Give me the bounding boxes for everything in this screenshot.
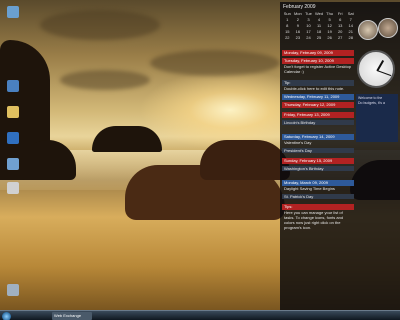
recycle-bin-icon[interactable] <box>2 284 24 306</box>
calendar-day[interactable]: 22 <box>282 35 293 41</box>
start-button[interactable] <box>2 312 11 320</box>
calendar-title: February 2009 <box>283 4 316 10</box>
agenda-note: Don't forget to register Active Desktop … <box>284 64 352 74</box>
agenda-note: Daylight Saving Time Begins <box>284 186 335 191</box>
agenda-item[interactable]: Monday, February 09, 2009 <box>282 50 354 58</box>
agenda-note: Here you can manage your list of tasks. … <box>284 210 344 230</box>
agenda-date: Thursday, February 12, 2009 <box>282 102 354 108</box>
agenda-item[interactable]: Tips: Here you can manage your list of ta… <box>282 204 354 244</box>
agenda-item[interactable]: Saturday, February 14, 2009 Valentine's D… <box>282 134 354 148</box>
taskbar-item[interactable]: Web Exchange <box>52 312 92 320</box>
agenda-list: Monday, February 09, 2009 Tuesday, Februa… <box>282 50 354 308</box>
feed-gadget[interactable]: Welcome to the Do budgets, it's a <box>356 94 398 142</box>
agenda-item[interactable]: Sunday, February 15, 2009 <box>282 158 354 166</box>
calendar-day[interactable]: 26 <box>324 35 335 41</box>
agenda-item[interactable]: Lincoln's Birthday <box>282 120 354 134</box>
agenda-note: Valentine's Day <box>284 140 312 145</box>
cloud <box>150 50 280 76</box>
agenda-date: Sunday, February 15, 2009 <box>282 158 354 164</box>
agenda-item[interactable]: Monday, March 09, 2009 Daylight Saving Ti… <box>282 180 354 194</box>
calendar-day[interactable]: 23 <box>293 35 304 41</box>
taskbar: Web Exchange <box>0 310 400 320</box>
photo-gadget[interactable] <box>378 18 398 38</box>
calendar-week: 22 23 24 25 26 27 28 <box>282 35 356 41</box>
agenda-note: St. Patrick's Day <box>282 194 354 199</box>
calendar-day[interactable]: 24 <box>303 35 314 41</box>
clock-gadget[interactable] <box>357 50 395 88</box>
calendar-day[interactable]: 28 <box>345 35 356 41</box>
app-icon[interactable] <box>2 158 24 180</box>
desktop-calendar-panel: February 2009 Sun Mon Tue Wed Thu Fri Sa… <box>280 2 400 310</box>
agenda-item[interactable]: President's Day <box>282 148 354 158</box>
feed-headline[interactable]: Do budgets, it's a <box>358 101 396 106</box>
agenda-item[interactable]: Washington's Birthday <box>282 166 354 180</box>
agenda-note: President's Day <box>282 148 354 153</box>
cloud <box>40 10 160 40</box>
file-icon[interactable] <box>2 182 24 204</box>
agenda-date: Wednesday, February 11, 2009 <box>282 94 354 100</box>
distant-rock <box>92 126 162 152</box>
photo-gadget[interactable] <box>358 20 378 40</box>
month-calendar: February 2009 Sun Mon Tue Wed Thu Fri Sa… <box>282 4 356 46</box>
outlook-icon[interactable] <box>2 132 24 154</box>
foreground-rock-top <box>200 140 290 180</box>
calendar-day[interactable]: 25 <box>314 35 325 41</box>
cloud <box>60 70 150 90</box>
agenda-date: Friday, February 13, 2009 <box>282 112 354 118</box>
agenda-item[interactable]: Friday, February 13, 2009 <box>282 112 354 120</box>
calendar-day[interactable]: 27 <box>335 35 346 41</box>
agenda-note: Lincoln's Birthday <box>282 120 354 125</box>
control-panel-icon[interactable] <box>2 80 24 102</box>
agenda-date: Monday, February 09, 2009 <box>282 50 354 56</box>
agenda-note: Washington's Birthday <box>282 166 354 171</box>
agenda-item[interactable]: Wednesday, February 11, 2009 <box>282 94 354 102</box>
agenda-note: Double-click here to edit this note. <box>284 86 345 91</box>
system-tray[interactable] <box>368 312 398 320</box>
agenda-item[interactable]: St. Patrick's Day <box>282 194 354 204</box>
computer-icon[interactable] <box>2 6 24 28</box>
agenda-item[interactable]: Tuesday, February 10, 2009 Don't forget t… <box>282 58 354 80</box>
agenda-item[interactable]: Tip: Double-click here to edit this note. <box>282 80 354 94</box>
agenda-item[interactable]: Thursday, February 12, 2009 <box>282 102 354 112</box>
minute-hand <box>376 70 392 77</box>
folder-icon[interactable] <box>2 106 24 128</box>
